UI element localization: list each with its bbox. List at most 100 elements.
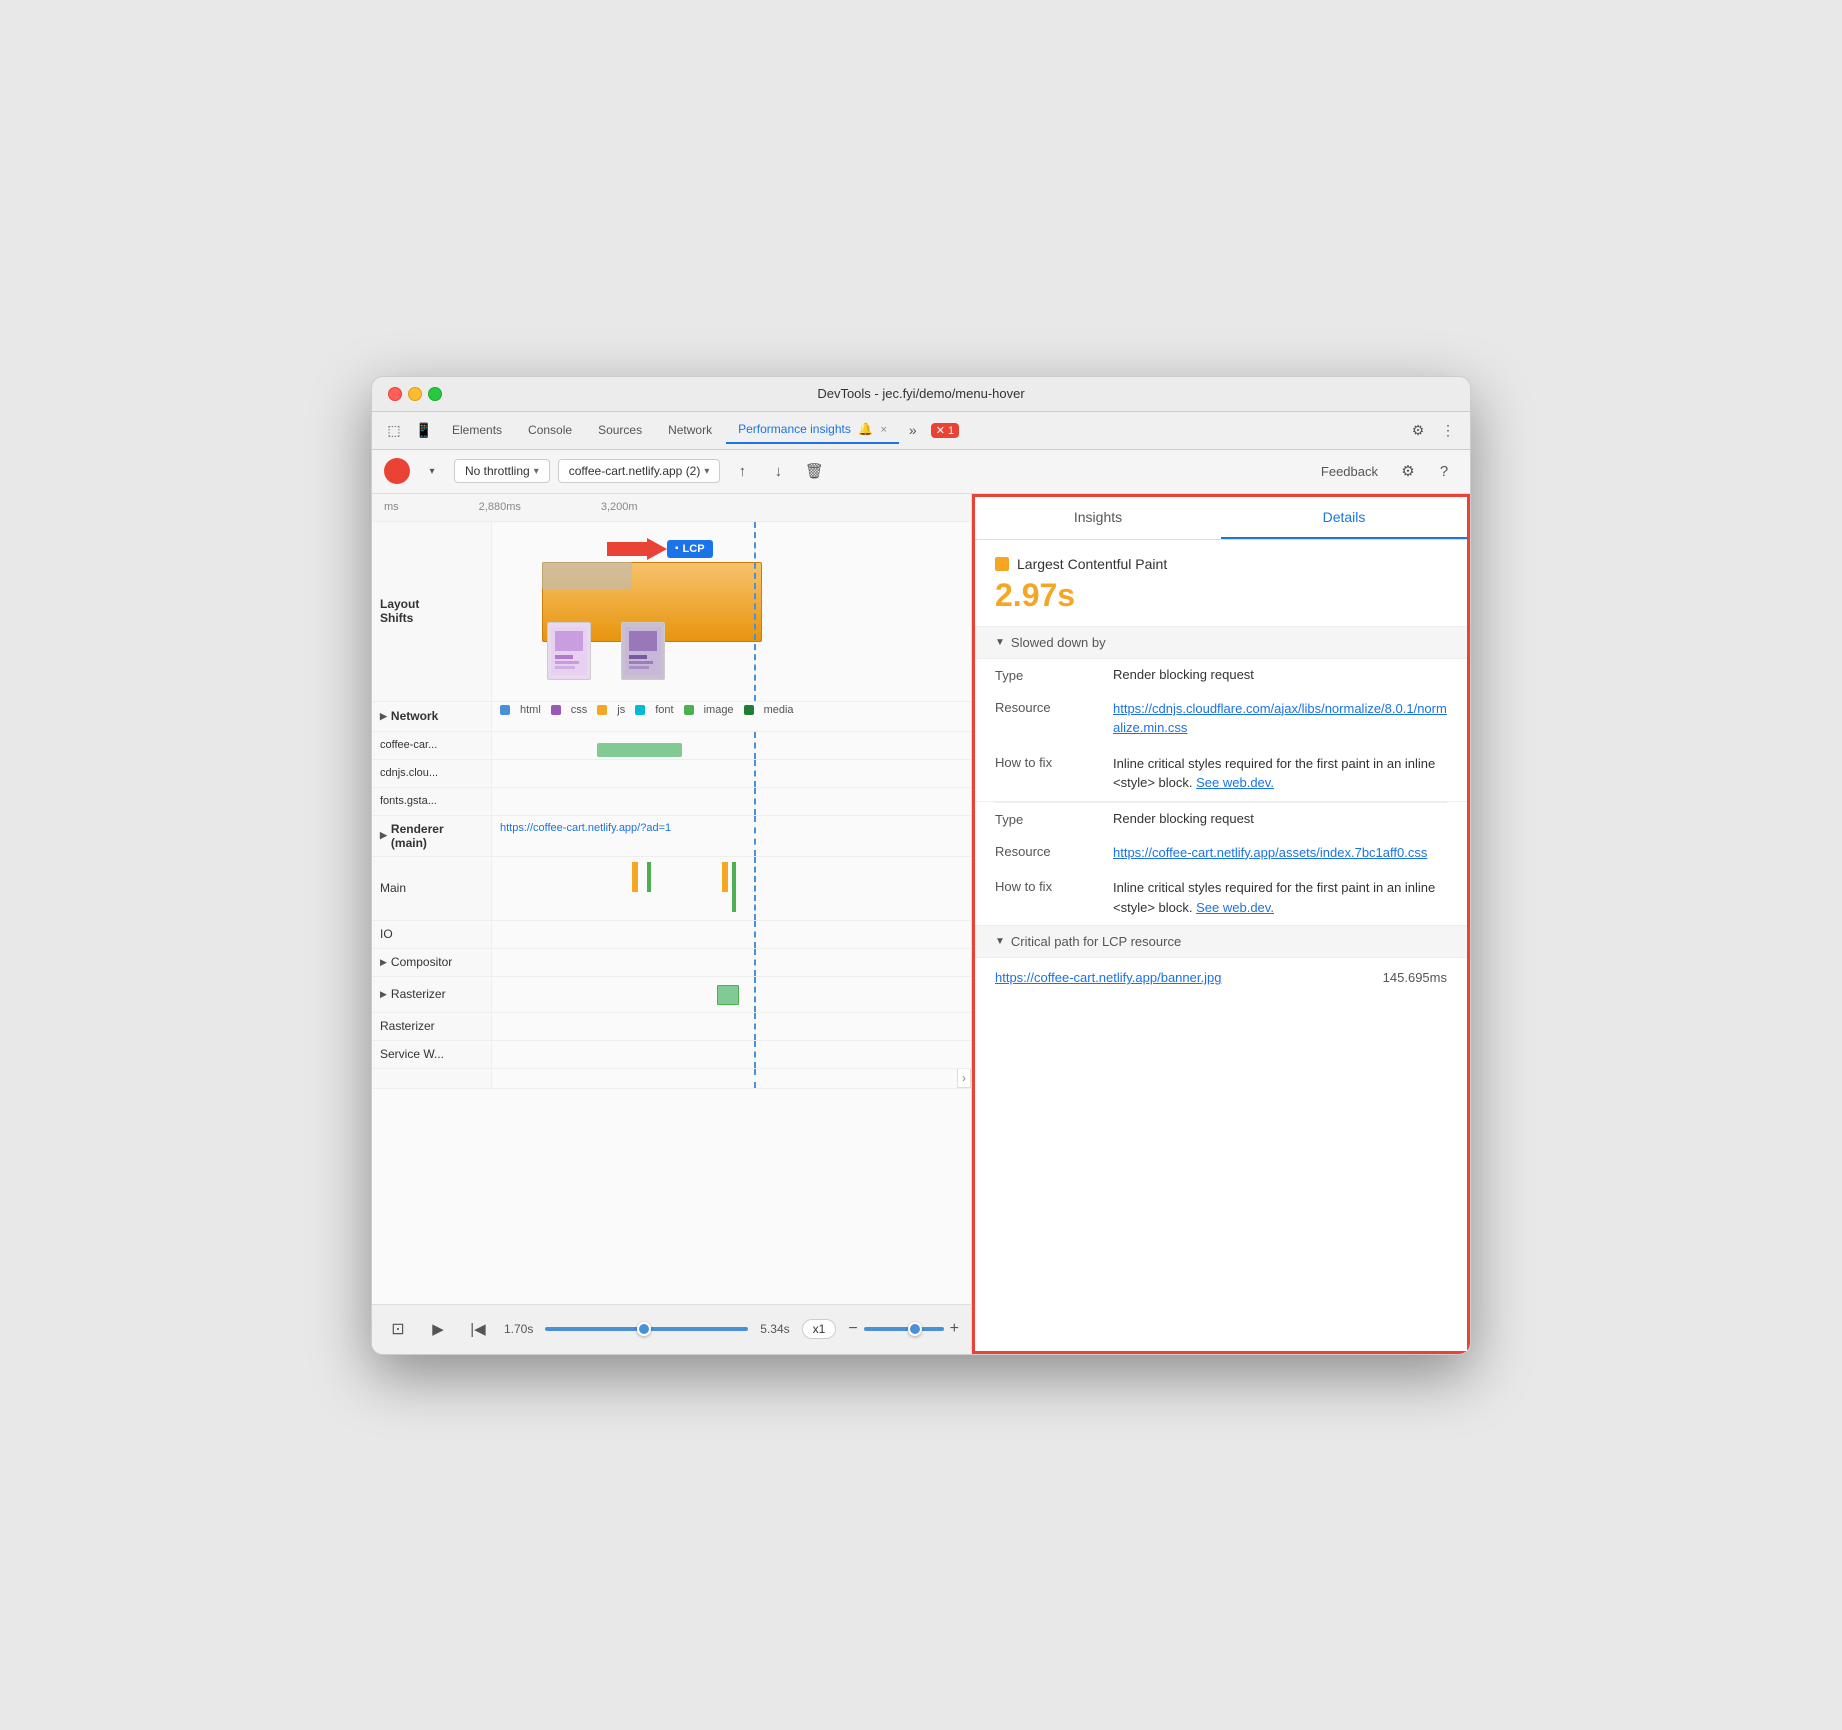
how-to-2: Inline critical styles required for the … — [1113, 878, 1447, 917]
dashed-line-sw — [754, 1041, 756, 1068]
compositor-content — [492, 949, 971, 976]
timeline-tracks[interactable]: LayoutShifts — [372, 522, 971, 1304]
zoom-minus-button[interactable]: − — [848, 1320, 857, 1338]
record-button[interactable] — [384, 458, 410, 484]
detail-section-2: Type Render blocking request Resource ht… — [975, 803, 1467, 927]
dashed-line-io — [754, 921, 756, 948]
detail-row-resource-1: Resource https://cdnjs.cloudflare.com/aj… — [975, 691, 1467, 746]
timeline-ruler: ms 2,880ms 3,200m — [372, 501, 650, 513]
network-bar-green — [597, 743, 682, 757]
timeline-slider-container[interactable] — [545, 1327, 748, 1331]
tab-sources[interactable]: Sources — [586, 417, 654, 443]
minimize-button[interactable] — [408, 387, 422, 401]
timeline-slider[interactable] — [545, 1327, 748, 1331]
settings-icon[interactable]: ⚙ — [1404, 416, 1432, 444]
network-legend-content: html css js font image media — [492, 702, 971, 731]
critical-path-link[interactable]: https://coffee-cart.netlify.app/banner.j… — [995, 970, 1221, 985]
main-content-track — [492, 857, 971, 920]
main-bar-yellow — [632, 862, 638, 892]
tab-details[interactable]: Details — [1221, 497, 1467, 539]
io-label: IO — [372, 921, 492, 948]
gray-bar — [542, 562, 632, 590]
zoom-plus-button[interactable]: + — [950, 1320, 959, 1338]
insights-content[interactable]: Largest Contentful Paint 2.97s ▼ Slowed … — [975, 540, 1467, 1351]
dashed-vertical-line — [754, 522, 756, 701]
delete-icon[interactable]: 🗑 — [800, 457, 828, 485]
feedback-button[interactable]: Feedback — [1313, 460, 1386, 483]
renderer-link[interactable]: https://coffee-cart.netlify.app/?ad=1 — [500, 822, 671, 834]
maximize-button[interactable] — [428, 387, 442, 401]
timeline-header: ms 2,880ms 3,200m — [372, 494, 971, 522]
renderer-content: https://coffee-cart.netlify.app/?ad=1 — [492, 816, 971, 856]
critical-path-header[interactable]: ▼ Critical path for LCP resource — [975, 926, 1467, 958]
legend-image: image — [704, 704, 734, 716]
service-worker-row: Service W... — [372, 1041, 971, 1069]
tab-console[interactable]: Console — [516, 417, 584, 443]
tab-overflow-icon[interactable]: » — [901, 418, 925, 442]
close-button[interactable] — [388, 387, 402, 401]
legend-js: js — [617, 704, 625, 716]
zoom-thumb[interactable] — [908, 1322, 922, 1336]
resource-link-1[interactable]: https://cdnjs.cloudflare.com/ajax/libs/n… — [1113, 699, 1447, 738]
dashed-line-net1 — [754, 732, 756, 759]
renderer-label[interactable]: ▶ Renderer(main) — [372, 816, 492, 856]
see-web-dev-1[interactable]: See web.dev. — [1196, 775, 1274, 790]
dashed-line-main — [754, 857, 756, 920]
play-button[interactable]: ▶ — [424, 1315, 452, 1343]
network-row-3-label: fonts.gsta... — [372, 788, 492, 815]
tab-close-icon[interactable]: × — [880, 424, 886, 436]
tab-performance-insights[interactable]: Performance insights 🔔 × — [726, 416, 899, 444]
detail-row-how-2: How to fix Inline critical styles requir… — [975, 870, 1467, 925]
compositor-row: ▶ Compositor — [372, 949, 971, 977]
ruler-3200: 3,200m — [601, 501, 638, 513]
critical-path-triangle-icon: ▼ — [995, 936, 1005, 947]
tab-insights[interactable]: Insights — [975, 497, 1221, 539]
download-icon[interactable]: ↓ — [764, 457, 792, 485]
devtools-window: DevTools - jec.fyi/demo/menu-hover ⬚ 📱 E… — [371, 376, 1471, 1355]
record-dropdown-icon[interactable]: ▾ — [418, 457, 446, 485]
inspect-icon[interactable]: ⬚ — [380, 416, 408, 444]
help-icon[interactable]: ? — [1430, 457, 1458, 485]
tab-elements[interactable]: Elements — [440, 417, 514, 443]
type-label-1: Type — [995, 667, 1105, 683]
io-content — [492, 921, 971, 948]
traffic-lights — [388, 387, 442, 401]
raster-bar — [717, 985, 739, 1005]
network-legend: html css js font image media — [492, 702, 971, 718]
screen-mode-icon[interactable]: ⊡ — [384, 1315, 412, 1343]
network-row-2-content — [492, 760, 971, 787]
compositor-label[interactable]: ▶ Compositor — [372, 949, 492, 976]
network-row-1-label: coffee-car... — [372, 732, 492, 759]
zoom-controls: − + — [848, 1320, 959, 1338]
extra-label — [372, 1069, 492, 1088]
network-row-1: coffee-car... — [372, 732, 971, 760]
settings-toolbar-icon[interactable]: ⚙ — [1394, 457, 1422, 485]
more-options-icon[interactable]: ⋮ — [1434, 416, 1462, 444]
tab-network[interactable]: Network — [656, 417, 724, 443]
dashed-line-net3 — [754, 788, 756, 815]
scroll-right-icon[interactable]: › — [957, 1069, 971, 1088]
rasterizer-label[interactable]: ▶ Rasterizer — [372, 977, 492, 1012]
upload-icon[interactable]: ↑ — [728, 457, 756, 485]
slowed-down-header[interactable]: ▼ Slowed down by — [975, 627, 1467, 659]
network-label[interactable]: ▶ Network — [372, 702, 492, 731]
zoom-slider[interactable] — [864, 1327, 944, 1331]
time-start: 1.70s — [504, 1322, 533, 1336]
slider-thumb[interactable] — [637, 1322, 651, 1336]
red-arrow-svg — [607, 538, 667, 560]
network-header-row: ▶ Network html css js font — [372, 702, 971, 732]
skip-back-button[interactable]: |◀ — [464, 1315, 492, 1343]
throttling-dropdown[interactable]: No throttling ▾ — [454, 459, 550, 483]
resource-link-2[interactable]: https://coffee-cart.netlify.app/assets/i… — [1113, 843, 1447, 863]
detail-section-1: Type Render blocking request Resource ht… — [975, 659, 1467, 802]
device-icon[interactable]: 📱 — [410, 416, 438, 444]
profile-chevron: ▾ — [704, 466, 709, 477]
ruler-ms: ms — [384, 501, 399, 513]
legend-media: media — [764, 704, 794, 716]
see-web-dev-2[interactable]: See web.dev. — [1196, 900, 1274, 915]
profile-dropdown[interactable]: coffee-cart.netlify.app (2) ▾ — [558, 459, 721, 483]
legend-css-dot — [551, 705, 561, 715]
critical-path-time: 145.695ms — [1383, 970, 1447, 985]
metric-title: Largest Contentful Paint — [1017, 556, 1167, 572]
resource-label-2: Resource — [995, 843, 1105, 863]
